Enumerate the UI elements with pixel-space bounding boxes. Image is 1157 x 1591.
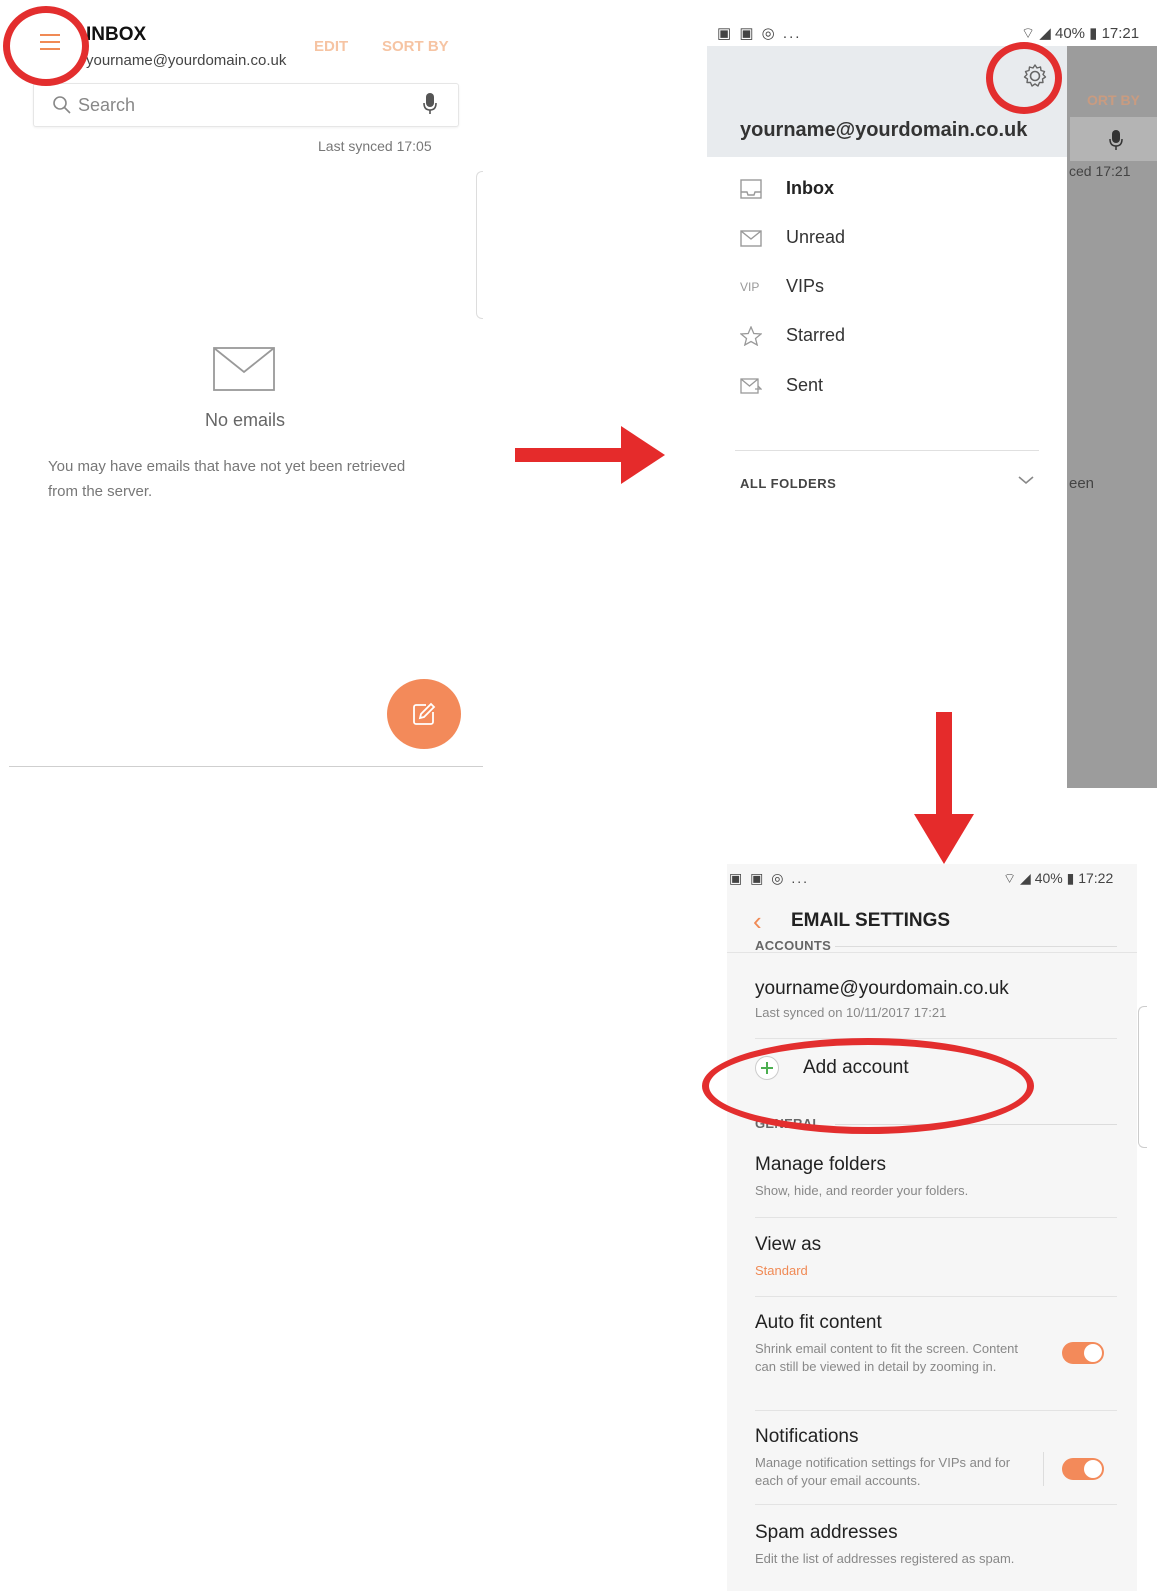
synced-fragment: ced 17:21: [1069, 163, 1131, 179]
back-arrow-icon[interactable]: ‹: [753, 906, 762, 937]
scroll-handle[interactable]: [476, 171, 483, 319]
arrow-down-head: [914, 814, 974, 864]
status-bar: ▣ ▣ ◎ ... ⌔ ◢ 40% ▮ 17:22: [727, 864, 1137, 890]
row-divider: [755, 1410, 1117, 1411]
envelope-icon: [740, 230, 762, 247]
chevron-down-icon[interactable]: [1017, 474, 1035, 486]
inbox-title: INBOX: [86, 24, 147, 45]
row-subtitle: Manage notification settings for VIPs an…: [755, 1455, 1011, 1488]
highlight-circle-gear: [986, 42, 1062, 114]
manage-folders-row[interactable]: Manage folders Show, hide, and reorder y…: [727, 1154, 1137, 1210]
row-divider: [755, 1296, 1117, 1297]
auto-fit-content-row[interactable]: Auto fit content Shrink email content to…: [727, 1312, 1137, 1398]
highlight-circle-menu: [3, 6, 89, 86]
compose-button[interactable]: [387, 679, 461, 749]
email-settings-screen: ▣ ▣ ◎ ... ⌔ ◢ 40% ▮ 17:22 ‹ EMAIL SETTIN…: [727, 864, 1157, 1591]
message-fragment: een: [1069, 475, 1095, 492]
microphone-icon: [1109, 130, 1123, 150]
account-last-synced: Last synced on 10/11/2017 17:21: [755, 1005, 947, 1020]
notifications-row[interactable]: Notifications Manage notification settin…: [727, 1426, 1137, 1492]
compose-icon: [413, 702, 436, 725]
view-as-row[interactable]: View as Standard: [727, 1234, 1137, 1290]
row-title: View as: [755, 1234, 822, 1255]
status-bar: ▣ ▣ ◎ ... ⌔ ◢ 40% ▮ 17:21: [707, 20, 1157, 46]
inbox-screen: INBOX yourname@yourdomain.co.uk EDIT SOR…: [0, 0, 484, 770]
auto-fit-toggle[interactable]: [1062, 1342, 1104, 1364]
row-subtitle: Shrink email content to fit the screen. …: [755, 1341, 1019, 1374]
drawer-item-label: Unread: [786, 227, 846, 247]
navigation-drawer-screen: ▣ ▣ ◎ ... ⌔ ◢ 40% ▮ 17:21 ORT BY ced 17:…: [707, 20, 1157, 788]
row-title: Manage folders: [755, 1154, 886, 1175]
arrow-right-head: [621, 426, 665, 484]
divider: [735, 450, 1039, 451]
sort-by-button[interactable]: SORT BY: [382, 38, 449, 55]
section-divider: [835, 946, 1117, 947]
row-title: Spam addresses: [755, 1522, 898, 1543]
row-value: Standard: [755, 1263, 808, 1278]
row-subtitle: Show, hide, and reorder your folders.: [755, 1183, 969, 1198]
search-bar[interactable]: Search: [33, 83, 459, 127]
scroll-handle[interactable]: [1138, 1006, 1147, 1148]
drawer-item-sent[interactable]: Sent: [740, 372, 1040, 402]
drawer-item-label: Sent: [786, 375, 824, 395]
row-title: Auto fit content: [755, 1312, 882, 1333]
drawer-item-label: VIPs: [786, 276, 825, 296]
drawer-item-starred[interactable]: Starred: [740, 322, 1040, 352]
edit-button[interactable]: EDIT: [314, 38, 348, 55]
drawer-item-label: Starred: [786, 325, 846, 345]
sent-icon: [740, 378, 762, 394]
account-email: yourname@yourdomain.co.uk: [755, 978, 1009, 999]
empty-state-title: No emails: [204, 410, 286, 430]
account-address: yourname@yourdomain.co.uk: [86, 52, 287, 69]
arrow-down: [936, 712, 952, 818]
sort-by-fragment: ORT BY: [1087, 92, 1140, 108]
page-title: EMAIL SETTINGS: [791, 910, 951, 931]
inbox-icon: [740, 179, 762, 199]
drawer-item-label: Inbox: [786, 178, 834, 198]
drawer-panel: yourname@yourdomain.co.uk Inbox Unread V…: [707, 46, 1067, 788]
highlight-circle-add-account: [702, 1038, 1034, 1134]
row-divider: [755, 1504, 1117, 1505]
accounts-section-label: ACCOUNTS: [755, 938, 832, 953]
search-input[interactable]: Search: [78, 95, 135, 116]
notifications-toggle[interactable]: [1062, 1458, 1104, 1480]
spam-addresses-row[interactable]: Spam addresses Edit the list of addresse…: [727, 1522, 1137, 1578]
last-synced-text: Last synced 17:05: [318, 138, 432, 154]
drawer-item-unread[interactable]: Unread: [740, 224, 1040, 254]
status-icons: ▣ ▣ ◎ ...: [729, 870, 810, 886]
drawer-account-email: yourname@yourdomain.co.uk: [740, 119, 1028, 141]
divider: [9, 766, 483, 767]
background-overlay[interactable]: ORT BY ced 17:21 een: [1067, 46, 1157, 788]
row-subtitle: Edit the list of addresses registered as…: [755, 1551, 1015, 1566]
star-icon: [740, 326, 762, 346]
status-right: ⌔ ◢ 40% ▮ 17:22: [1003, 870, 1114, 886]
arrow-right: [515, 448, 625, 462]
vip-icon: VIP: [740, 280, 760, 294]
drawer-item-vips[interactable]: VIP VIPs: [740, 273, 1040, 303]
microphone-icon[interactable]: [422, 92, 438, 116]
empty-state-message: You may have emails that have not yet be…: [48, 458, 406, 500]
search-icon: [53, 96, 71, 114]
status-icons: ▣ ▣ ◎ ...: [717, 25, 802, 42]
all-folders-label[interactable]: ALL FOLDERS: [740, 476, 836, 491]
row-divider: [755, 1038, 1117, 1039]
status-right: ⌔ ◢ 40% ▮ 17:21: [1021, 25, 1140, 42]
drawer-item-inbox[interactable]: Inbox: [740, 175, 1040, 205]
envelope-icon: [213, 347, 275, 391]
account-row[interactable]: yourname@yourdomain.co.uk Last synced on…: [727, 976, 1137, 1032]
row-divider: [755, 1217, 1117, 1218]
row-title: Notifications: [755, 1426, 859, 1447]
vertical-divider: [1043, 1452, 1044, 1486]
